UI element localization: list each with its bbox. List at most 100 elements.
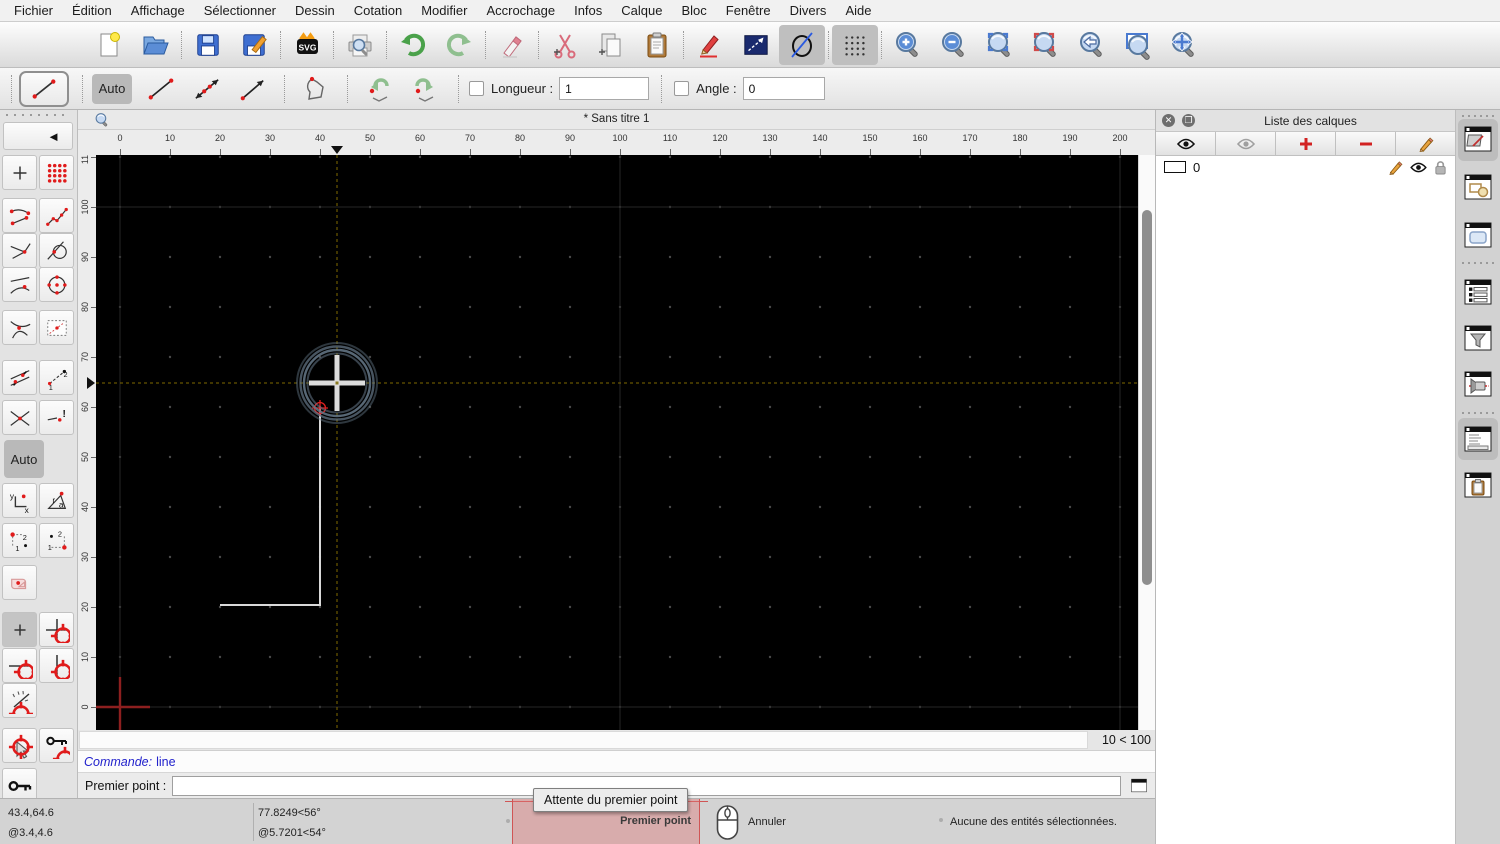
- layer-row[interactable]: 0: [1156, 156, 1455, 178]
- snap-middle-button[interactable]: [2, 267, 37, 302]
- library-browser-dock-icon[interactable]: [1463, 220, 1493, 250]
- pan-button[interactable]: [1161, 25, 1207, 65]
- snap-distance-button[interactable]: [2, 360, 37, 395]
- copy-button[interactable]: [588, 25, 634, 65]
- undo-button[interactable]: [390, 25, 436, 65]
- zoom-window-button[interactable]: [1115, 25, 1161, 65]
- auto-zoom-button[interactable]: [977, 25, 1023, 65]
- back-button[interactable]: ◄: [3, 122, 73, 150]
- angle-checkbox[interactable]: [674, 81, 690, 96]
- svg-export-button[interactable]: SVG: [284, 25, 330, 65]
- relative-corner-2-button[interactable]: 1 2: [39, 523, 74, 558]
- layer-edit-pencil-icon[interactable]: [1388, 160, 1403, 175]
- menu-item-calque[interactable]: Calque: [621, 3, 662, 18]
- add-layer-button[interactable]: [1276, 132, 1336, 155]
- print-preview-button[interactable]: [337, 25, 383, 65]
- pen-wizard-dock-icon[interactable]: [1463, 369, 1493, 399]
- snap-distance-manual-button[interactable]: 1 2: [39, 360, 74, 395]
- menu-item-sélectionner[interactable]: Sélectionner: [204, 3, 276, 18]
- line-angle-button[interactable]: [184, 71, 230, 107]
- zoom-in-button[interactable]: [885, 25, 931, 65]
- current-tool-line-button[interactable]: [19, 70, 69, 107]
- menu-item-accrochage[interactable]: Accrochage: [486, 3, 555, 18]
- delete-button[interactable]: [489, 25, 535, 65]
- restrict-vertical-button[interactable]: [39, 648, 74, 683]
- toolbar-handle[interactable]: [11, 74, 12, 103]
- longueur-input[interactable]: [559, 77, 650, 100]
- exclusive-snap-button[interactable]: [2, 565, 37, 600]
- snap-auto-button[interactable]: Auto: [4, 440, 44, 478]
- vertical-scrollbar-thumb[interactable]: [1142, 210, 1152, 585]
- edit-pen-button[interactable]: [687, 25, 733, 65]
- lock-relative-zero-button[interactable]: [39, 728, 74, 763]
- menu-item-aide[interactable]: Aide: [845, 3, 871, 18]
- block-list-dock-icon[interactable]: [1463, 172, 1493, 202]
- cut-button[interactable]: [542, 25, 588, 65]
- show-all-layers-button[interactable]: [1156, 132, 1216, 155]
- snap-on-entity-button[interactable]: [39, 198, 74, 233]
- undock-panel-icon[interactable]: ❐: [1182, 114, 1195, 127]
- intersection-manual-button[interactable]: !: [39, 400, 74, 435]
- zoom-out-button[interactable]: [931, 25, 977, 65]
- filter-dock-icon[interactable]: [1463, 323, 1493, 353]
- menu-item-divers[interactable]: Divers: [790, 3, 827, 18]
- redo-point-button[interactable]: [402, 71, 448, 107]
- edit-layer-button[interactable]: [1396, 132, 1455, 155]
- drawing-canvas[interactable]: [96, 155, 1138, 730]
- line-arrow-button[interactable]: [230, 71, 276, 107]
- menu-item-affichage[interactable]: Affichage: [131, 3, 185, 18]
- horizontal-scrollbar[interactable]: [79, 731, 1088, 749]
- command-widget-dock-icon[interactable]: [1463, 424, 1493, 454]
- zoom-previous-button[interactable]: [1023, 25, 1069, 65]
- angle-gauge-button[interactable]: [2, 683, 37, 718]
- restrict-nothing-button[interactable]: [2, 612, 37, 647]
- line-two-points-button[interactable]: [138, 71, 184, 107]
- paste-button[interactable]: [634, 25, 680, 65]
- undo-point-button[interactable]: [356, 71, 402, 107]
- snap-grid-button[interactable]: [39, 155, 74, 190]
- restrict-intersection-button[interactable]: [2, 400, 37, 435]
- relative-corner-1-button[interactable]: 1 2: [2, 523, 37, 558]
- menu-item-édition[interactable]: Édition: [72, 3, 112, 18]
- menu-item-infos[interactable]: Infos: [574, 3, 602, 18]
- menu-item-fichier[interactable]: Fichier: [14, 3, 53, 18]
- layer-color-swatch[interactable]: [1164, 161, 1186, 173]
- save-button[interactable]: [185, 25, 231, 65]
- draft-mode-button[interactable]: [779, 24, 825, 65]
- save-as-button[interactable]: [231, 25, 277, 65]
- vertical-scrollbar[interactable]: [1138, 155, 1155, 730]
- sidebar-handle[interactable]: [6, 114, 70, 116]
- layer-list-dock-icon[interactable]: [1463, 124, 1493, 154]
- menu-item-cotation[interactable]: Cotation: [354, 3, 402, 18]
- coordinate-cartesian-button[interactable]: y x: [2, 483, 37, 518]
- menu-item-fenêtre[interactable]: Fenêtre: [726, 3, 771, 18]
- layer-visibility-eye-icon[interactable]: [1410, 162, 1427, 173]
- layer-lock-icon[interactable]: [1434, 160, 1447, 175]
- snap-free-button[interactable]: [2, 155, 37, 190]
- hide-all-layers-button[interactable]: [1216, 132, 1276, 155]
- redo-button[interactable]: [436, 25, 482, 65]
- set-relative-zero-button[interactable]: [2, 728, 37, 763]
- open-file-button[interactable]: [132, 25, 178, 65]
- restrict-horizontal-button[interactable]: [2, 648, 37, 683]
- close-panel-icon[interactable]: ✕: [1162, 114, 1175, 127]
- menu-item-modifier[interactable]: Modifier: [421, 3, 467, 18]
- dock-handle[interactable]: [1462, 115, 1494, 117]
- grid-toggle-button[interactable]: [832, 24, 878, 65]
- line-auto-button[interactable]: Auto: [92, 73, 132, 104]
- snap-endpoint-button[interactable]: [2, 198, 37, 233]
- entity-list-dock-icon[interactable]: [1463, 277, 1493, 307]
- snap-tangent-button[interactable]: [39, 233, 74, 268]
- snap-intersection-button[interactable]: [2, 310, 37, 345]
- snap-center-button[interactable]: [39, 267, 74, 302]
- command-dock-toggle-button[interactable]: [1130, 778, 1148, 793]
- longueur-checkbox[interactable]: [469, 81, 484, 96]
- angle-input[interactable]: [742, 77, 825, 100]
- menu-item-bloc[interactable]: Bloc: [681, 3, 706, 18]
- new-file-button[interactable]: [86, 25, 132, 65]
- previous-view-button[interactable]: [1069, 25, 1115, 65]
- select-window-button[interactable]: [733, 25, 779, 65]
- clipboard-dock-icon[interactable]: [1463, 470, 1493, 500]
- restrict-orthogonal-button[interactable]: [39, 612, 74, 647]
- menu-item-dessin[interactable]: Dessin: [295, 3, 335, 18]
